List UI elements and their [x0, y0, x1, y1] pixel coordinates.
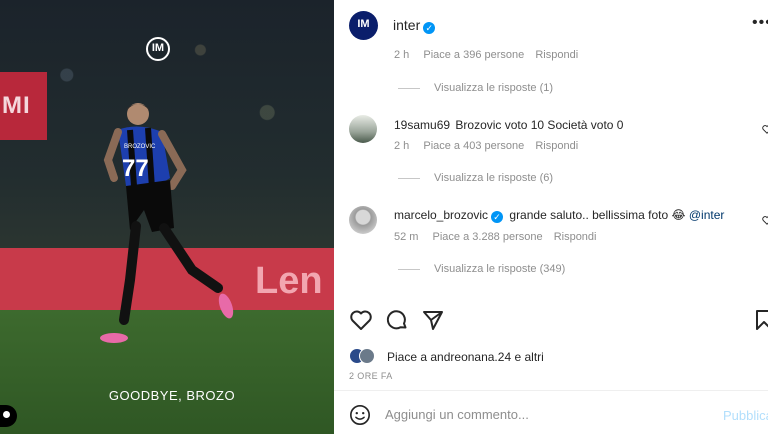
- comment-input[interactable]: [385, 407, 715, 422]
- reply-link[interactable]: Rispondi: [535, 49, 578, 61]
- sponsor-banner-text: MI: [2, 92, 31, 119]
- likes-text: Piace a andreonana.24 e altri: [387, 350, 544, 364]
- comment-meta: 2 h Piace a 403 persone Rispondi: [394, 140, 578, 152]
- more-options-icon[interactable]: •••: [752, 14, 768, 32]
- replies-divider: [398, 87, 420, 89]
- inter-logo-text: IM: [151, 42, 165, 54]
- commenter-username[interactable]: 19samu69: [394, 118, 450, 132]
- inter-logo: IM: [146, 37, 170, 61]
- divider: [334, 390, 768, 391]
- comment-likes-link[interactable]: Piace a 403 persone: [423, 140, 524, 152]
- comment-bubble-icon[interactable]: [385, 308, 409, 332]
- publish-button[interactable]: Pubblica: [723, 408, 768, 423]
- comment-text: Brozovic voto 10 Società voto 0: [455, 118, 624, 132]
- comment-meta: 2 h Piace a 396 persone Rispondi: [394, 49, 578, 61]
- comment-time: 2 h: [394, 140, 410, 152]
- reply-link[interactable]: Rispondi: [535, 140, 578, 152]
- reply-link[interactable]: Rispondi: [554, 231, 597, 243]
- likes-suffix[interactable]: e altri: [514, 350, 543, 364]
- like-heart-icon[interactable]: [349, 308, 373, 332]
- jersey-name: BROZOVIC: [124, 144, 156, 150]
- view-replies-text[interactable]: Visualizza le risposte (349): [434, 263, 565, 275]
- view-replies-link[interactable]: Visualizza le risposte (1): [398, 82, 553, 94]
- image-caption: GOODBYE, BROZO: [108, 388, 236, 403]
- comment-meta: 52 m Piace a 3.288 persone Rispondi: [394, 231, 597, 243]
- liker-username[interactable]: andreonana.24: [430, 350, 511, 364]
- avatar[interactable]: IM: [349, 11, 378, 40]
- username-text[interactable]: inter: [393, 17, 420, 33]
- post-timestamp[interactable]: 2 ORE FA: [349, 371, 393, 381]
- comment-body: 19samu69 Brozovic voto 10 Società voto 0: [394, 118, 623, 132]
- comment-text: grande saluto.. bellissima foto 😂: [509, 208, 686, 222]
- comment-body: marcelo_brozovic ✓ grande saluto.. bellis…: [394, 208, 724, 223]
- advertising-board-text: Len: [255, 260, 323, 302]
- verified-badge-icon: ✓: [491, 211, 504, 223]
- view-replies-link[interactable]: Visualizza le risposte (6): [398, 172, 553, 184]
- post-image[interactable]: MI Len IM 77 BROZOVIC GOODBYE, BROZO: [0, 0, 334, 434]
- share-send-icon[interactable]: [421, 308, 445, 332]
- commenter-avatar[interactable]: [349, 115, 377, 143]
- view-replies-text[interactable]: Visualizza le risposte (6): [434, 172, 553, 184]
- post-username[interactable]: inter ✓: [393, 17, 436, 34]
- verified-badge-icon: ✓: [423, 22, 436, 34]
- replies-divider: [398, 268, 420, 270]
- jersey-number: 77: [122, 155, 149, 182]
- sponsor-banner: MI: [0, 72, 47, 140]
- commenter-avatar[interactable]: [349, 206, 377, 234]
- post-header: IM inter✓ •••: [334, 0, 768, 50]
- comment-time: 2 h: [394, 49, 410, 61]
- save-bookmark-icon[interactable]: [752, 308, 768, 332]
- like-comment-heart-icon[interactable]: [762, 124, 768, 134]
- liker-avatar[interactable]: [359, 348, 375, 364]
- comment-likes-link[interactable]: Piace a 3.288 persone: [433, 231, 543, 243]
- comment-time: 52 m: [394, 231, 419, 243]
- view-replies-text[interactable]: Visualizza le risposte (1): [434, 82, 553, 94]
- add-comment-bar: Pubblica: [334, 398, 768, 434]
- mention-link[interactable]: @inter: [689, 208, 725, 222]
- like-comment-heart-icon[interactable]: [762, 215, 768, 225]
- post-panel: IM inter✓ ••• 2 h Piace a 396 persone Ri…: [334, 0, 768, 434]
- likes-prefix: Piace a: [387, 350, 428, 364]
- avatar-text: IM: [357, 18, 370, 30]
- comment-likes-link[interactable]: Piace a 396 persone: [423, 49, 524, 61]
- view-replies-link[interactable]: Visualizza le risposte (349): [398, 263, 565, 275]
- post-actions: [334, 308, 768, 336]
- player-figure: 77 BROZOVIC: [100, 103, 234, 343]
- replies-divider: [398, 177, 420, 179]
- commenter-username[interactable]: marcelo_brozovic: [394, 208, 488, 222]
- emoji-icon[interactable]: [349, 404, 371, 426]
